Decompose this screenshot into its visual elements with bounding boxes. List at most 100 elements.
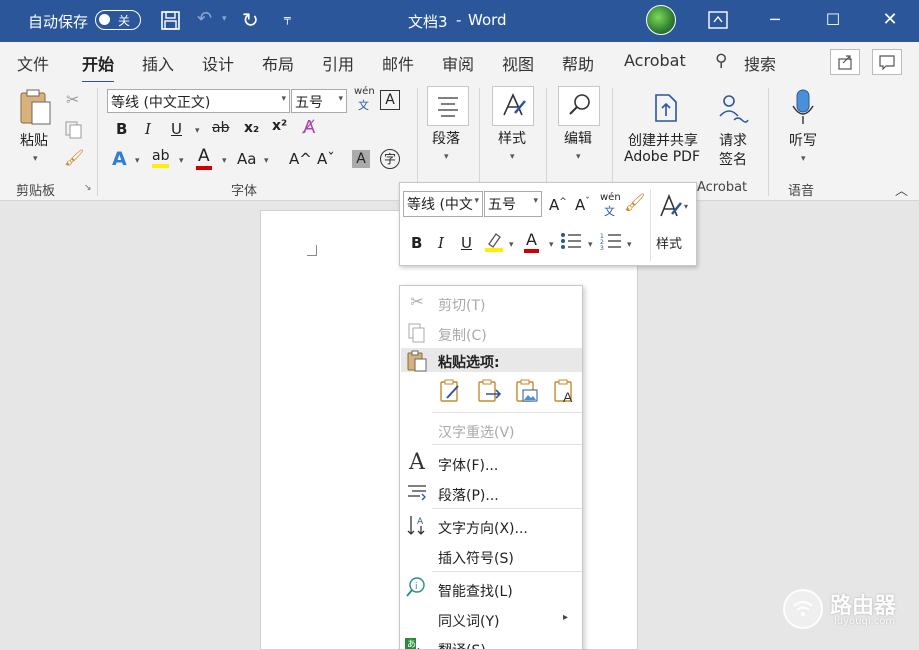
styles-label[interactable]: 样式 (498, 128, 526, 148)
tab-search[interactable]: 搜索 (744, 51, 776, 75)
comments-button[interactable] (872, 49, 902, 75)
merge-formatting-icon[interactable] (476, 378, 502, 404)
undo-dropdown-icon[interactable]: ▾ (222, 14, 227, 24)
text-effects-dropdown-icon[interactable]: ▾ (135, 156, 140, 166)
change-case-dropdown-icon[interactable]: ▾ (264, 156, 269, 166)
format-painter-icon[interactable]: 🖌 (64, 148, 84, 167)
mini-grow-font-icon[interactable]: A^ (549, 196, 567, 214)
mini-highlight-icon[interactable] (484, 230, 504, 252)
create-pdf-label-line2[interactable]: Adobe PDF (624, 149, 700, 165)
create-pdf-icon[interactable] (651, 92, 681, 124)
grow-font-button[interactable]: A^ (289, 150, 312, 168)
mini-highlight-dropdown-icon[interactable]: ▾ (509, 240, 514, 250)
request-sign-label-line1[interactable]: 请求 (719, 130, 747, 150)
paragraph-dropdown-icon[interactable]: ▾ (444, 152, 449, 162)
autosave-toggle[interactable]: 关 (95, 10, 141, 30)
underline-button[interactable]: U (171, 120, 182, 138)
clipboard-launcher-icon[interactable]: ↘ (84, 183, 92, 193)
tab-acrobat[interactable]: Acrobat (624, 51, 686, 70)
paragraph-button[interactable] (427, 86, 469, 126)
clear-formatting-icon[interactable]: A̸ (303, 117, 315, 138)
editing-dropdown-icon[interactable]: ▾ (576, 152, 581, 162)
mini-bold-button[interactable]: B (411, 234, 422, 252)
character-border-button[interactable]: A (380, 90, 400, 110)
font-color-button[interactable]: A (196, 146, 212, 170)
tab-help[interactable]: 帮助 (562, 51, 594, 75)
tab-design[interactable]: 设计 (202, 51, 234, 75)
mini-styles-label[interactable]: 样式 (656, 233, 682, 252)
maximize-icon[interactable]: ☐ (821, 8, 845, 32)
ribbon-display-options-icon[interactable] (708, 11, 728, 29)
paragraph-label[interactable]: 段落 (432, 128, 460, 148)
tab-review[interactable]: 审阅 (442, 51, 474, 75)
keep-text-only-icon[interactable]: A (552, 378, 578, 404)
mini-underline-button[interactable]: U (461, 234, 472, 252)
cut-icon[interactable]: ✂ (66, 90, 79, 109)
menu-item-reconvert[interactable]: 汉字重选(V) (438, 422, 515, 442)
highlight-button[interactable]: ab (152, 148, 170, 168)
share-button[interactable] (830, 49, 860, 75)
superscript-button[interactable]: x² (272, 118, 287, 134)
paste-dropdown-icon[interactable]: ▾ (33, 154, 38, 164)
paste-as-picture-icon[interactable] (514, 378, 540, 404)
underline-dropdown-icon[interactable]: ▾ (195, 126, 200, 136)
change-case-button[interactable]: Aa (237, 150, 256, 168)
mini-phonetic-icon[interactable]: 文 (604, 203, 615, 219)
mini-numbering-icon[interactable]: 123 (600, 231, 622, 251)
tab-file[interactable]: 文件 (17, 51, 49, 75)
dictate-dropdown-icon[interactable]: ▾ (801, 154, 806, 164)
menu-item-synonyms[interactable]: 同义词(Y) (438, 611, 499, 631)
minimize-icon[interactable]: ─ (763, 8, 787, 32)
request-sign-label-line2[interactable]: 签名 (719, 149, 747, 169)
tab-references[interactable]: 引用 (322, 51, 354, 75)
menu-item-paragraph[interactable]: 段落(P)... (438, 485, 499, 505)
mini-font-color-dropdown-icon[interactable]: ▾ (549, 240, 554, 250)
shrink-font-button[interactable]: Aˇ (317, 150, 335, 168)
font-name-combo[interactable]: 等线 (中文正文) ▾ (107, 89, 290, 113)
copy-icon[interactable] (64, 120, 84, 140)
subscript-button[interactable]: x₂ (244, 120, 259, 136)
editing-label[interactable]: 编辑 (564, 128, 592, 148)
menu-item-copy[interactable]: 复制(C) (438, 325, 487, 345)
mini-shrink-font-icon[interactable]: Aˇ (575, 196, 590, 214)
close-icon[interactable]: ✕ (878, 8, 902, 32)
menu-item-cut[interactable]: 剪切(T) (438, 295, 485, 315)
font-size-combo[interactable]: 五号 ▾ (291, 89, 347, 113)
redo-icon[interactable]: ↻ (242, 8, 259, 32)
tab-view[interactable]: 视图 (502, 51, 534, 75)
paste-icon[interactable] (18, 88, 54, 128)
paste-label[interactable]: 粘贴 (20, 130, 48, 150)
menu-item-text-direction[interactable]: 文字方向(X)... (438, 518, 528, 538)
mini-bullets-icon[interactable] (560, 231, 582, 251)
menu-item-insert-symbol[interactable]: 插入符号(S) (438, 548, 514, 568)
search-icon[interactable]: ⚲ (715, 51, 727, 71)
character-shading-button[interactable]: A (352, 150, 370, 168)
font-color-dropdown-icon[interactable]: ▾ (222, 156, 227, 166)
styles-dropdown-icon[interactable]: ▾ (510, 152, 515, 162)
text-effects-button[interactable]: A (112, 148, 127, 170)
customize-qat-icon[interactable]: ╤ (284, 12, 291, 25)
mini-format-painter-icon[interactable]: 🖌 (624, 193, 646, 213)
tab-layout[interactable]: 布局 (262, 51, 294, 75)
keep-source-formatting-icon[interactable] (438, 378, 464, 404)
mini-numbering-dropdown-icon[interactable]: ▾ (627, 240, 632, 250)
mini-phonetic-pinyin[interactable]: wén (600, 192, 621, 203)
italic-button[interactable]: I (145, 120, 151, 138)
mini-italic-button[interactable]: I (438, 234, 444, 252)
mini-font-size-combo[interactable]: 五号 ▾ (484, 191, 542, 217)
user-avatar[interactable] (646, 5, 676, 35)
strikethrough-button[interactable]: ab (212, 120, 229, 136)
mini-font-name-combo[interactable]: 等线 (中文 ▾ (403, 191, 483, 217)
menu-item-smart-lookup[interactable]: 智能查找(L) (438, 581, 513, 601)
styles-button[interactable] (492, 86, 534, 126)
mini-styles-icon[interactable]: ▾ (656, 191, 692, 221)
mini-font-color-icon[interactable]: A (524, 230, 539, 253)
request-signature-icon[interactable] (716, 92, 750, 124)
enclose-characters-button[interactable]: 字 (380, 149, 400, 169)
undo-icon[interactable]: ↶ (197, 8, 212, 29)
tab-mailings[interactable]: 邮件 (382, 51, 414, 75)
tab-insert[interactable]: 插入 (142, 51, 174, 75)
mini-bullets-dropdown-icon[interactable]: ▾ (588, 240, 593, 250)
microphone-icon[interactable] (790, 88, 816, 126)
phonetic-guide-pinyin[interactable]: wén (354, 86, 375, 97)
